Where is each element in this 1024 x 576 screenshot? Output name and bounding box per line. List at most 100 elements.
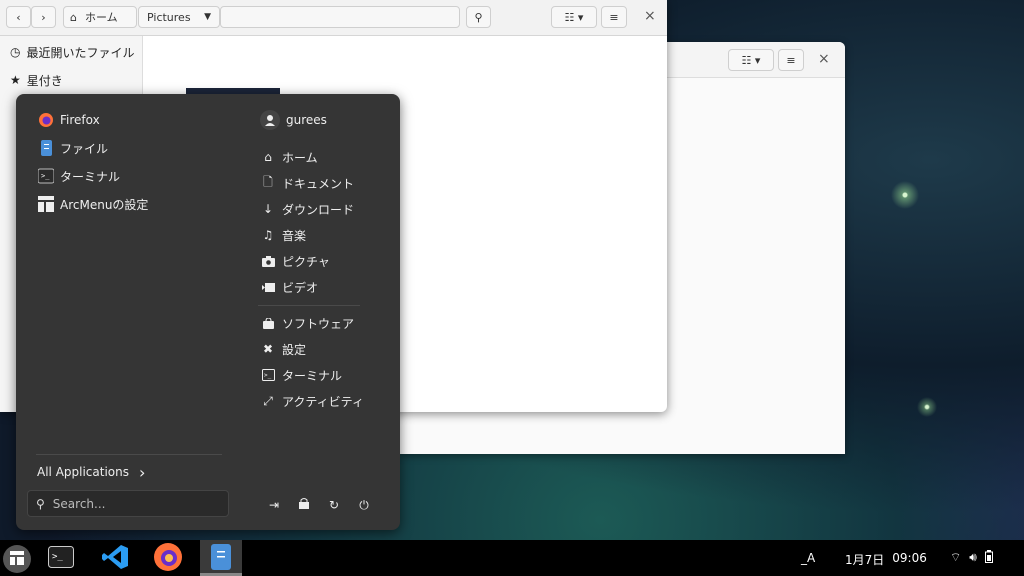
list-view-icon: ☷ ▾ (564, 10, 584, 24)
app-label: ターミナル (60, 169, 121, 184)
wifi-icon: ⌔ (950, 550, 962, 564)
search-placeholder: Search... (52, 496, 106, 511)
system-settings[interactable]: ✖ 設定 (260, 339, 306, 359)
chevron-down-icon: ▼ (204, 12, 211, 22)
svg-text:>_: >_ (41, 172, 50, 180)
app-firefox[interactable]: Firefox (38, 109, 100, 131)
arc-menu: Firefox ファイル >_ ターミナル ArcMenuの設定 gurees … (16, 94, 400, 530)
path-home-button[interactable]: ⌂ ホーム (63, 6, 137, 28)
files-icon (211, 543, 231, 573)
system-terminal[interactable]: >_ ターミナル (260, 365, 342, 385)
search-input[interactable]: ⚲ Search... (27, 490, 229, 517)
app-terminal[interactable]: >_ ターミナル (38, 165, 120, 187)
chevron-right-icon: › (139, 462, 146, 482)
vscode-icon (101, 543, 129, 574)
path-bar-empty[interactable] (220, 6, 460, 28)
place-home[interactable]: ⌂ ホーム (260, 147, 317, 167)
lock-icon (299, 498, 309, 512)
menu-button[interactable]: ≡ (601, 6, 627, 28)
place-downloads[interactable]: ↓ ダウンロード (260, 199, 354, 219)
separator (36, 454, 222, 455)
firefox-icon (38, 112, 54, 128)
battery-icon (984, 550, 993, 566)
all-applications-button[interactable]: All Applications › (37, 462, 145, 482)
power-icon: ⏻ (359, 497, 369, 512)
terminal-icon: >_ (48, 545, 74, 571)
search-icon: ⚲ (474, 10, 483, 24)
user-name: gurees (286, 113, 327, 127)
headerbar: ‹ › ⌂ ホーム Pictures ▼ ⚲ ☷ ▾ ≡ × (0, 0, 667, 36)
taskbar-files[interactable] (200, 540, 242, 576)
system-label: 設定 (282, 342, 307, 357)
hamburger-icon: ≡ (609, 10, 619, 24)
document-icon: 🗋 (263, 174, 273, 189)
software-bag-icon (260, 315, 276, 331)
place-label: ピクチャ (282, 254, 330, 269)
app-arcmenu-settings[interactable]: ArcMenuの設定 (38, 193, 148, 215)
lock-button[interactable] (295, 496, 313, 514)
separator (258, 305, 360, 306)
taskbar: >_ _A 1月7日 09:06 ⌔ 🔊︎ (0, 540, 1024, 576)
system-label: ターミナル (282, 368, 343, 383)
home-icon: ⌂ (264, 150, 272, 164)
close-icon[interactable]: × (818, 51, 830, 67)
sidebar-item-recent[interactable]: ◷ 最近開いたファイル (10, 43, 135, 61)
video-icon (260, 279, 276, 295)
clock-time: 09:06 (892, 551, 927, 565)
app-label: ArcMenuの設定 (60, 197, 149, 212)
app-label: Firefox (60, 113, 100, 127)
system-activities[interactable]: ⤢ アクティビティ (260, 391, 364, 411)
list-view-icon: ☷ ▾ (741, 53, 761, 67)
svg-text:>_: >_ (264, 372, 272, 379)
menu-button[interactable]: ≡ (778, 49, 804, 71)
restart-icon: ↻ (328, 498, 340, 512)
place-label: ドキュメント (282, 176, 355, 191)
path-home-label: ホーム (84, 11, 118, 24)
all-applications-label: All Applications (37, 465, 129, 479)
sidebar-item-label: 星付き (26, 73, 63, 88)
place-documents[interactable]: 🗋 ドキュメント (260, 173, 354, 193)
restart-button[interactable]: ↻ (325, 496, 343, 514)
star-icon: ★ (10, 73, 21, 87)
forward-button[interactable]: › (31, 6, 56, 28)
place-videos[interactable]: ビデオ (260, 277, 318, 297)
arcmenu-settings-icon (38, 196, 54, 212)
firefox-icon (153, 542, 183, 575)
taskbar-vscode[interactable] (94, 540, 136, 576)
search-icon: ⚲ (36, 496, 45, 511)
input-method-indicator[interactable]: _A (801, 551, 815, 565)
home-icon: ⌂ (70, 10, 77, 24)
taskbar-firefox[interactable] (147, 540, 189, 576)
hamburger-icon: ≡ (786, 53, 796, 67)
camera-icon (260, 253, 276, 269)
app-files[interactable]: ファイル (38, 137, 108, 159)
close-icon[interactable]: × (644, 8, 656, 24)
music-icon: ♫ (262, 228, 274, 242)
clock[interactable]: 1月7日 09:06 (845, 551, 927, 568)
chevron-right-icon: › (41, 10, 46, 24)
clock-icon: ◷ (10, 45, 21, 59)
app-label: ファイル (60, 141, 109, 156)
view-toggle-button[interactable]: ☷ ▾ (728, 49, 774, 71)
arcmenu-icon (10, 550, 24, 568)
logout-button[interactable]: ⇥ (265, 496, 283, 514)
arcmenu-button[interactable] (3, 545, 31, 573)
system-software[interactable]: ソフトウェア (260, 313, 354, 333)
user-button[interactable]: gurees (260, 110, 327, 130)
logout-icon: ⇥ (268, 498, 280, 512)
system-label: アクティビティ (282, 394, 364, 409)
terminal-icon: >_ (38, 168, 54, 184)
path-current-button[interactable]: Pictures ▼ (138, 6, 220, 28)
back-button[interactable]: ‹ (6, 6, 31, 28)
search-button[interactable]: ⚲ (466, 6, 491, 28)
files-icon (38, 140, 54, 156)
place-music[interactable]: ♫ 音楽 (260, 225, 306, 245)
taskbar-terminal[interactable]: >_ (40, 540, 82, 576)
view-toggle-button[interactable]: ☷ ▾ (551, 6, 597, 28)
place-pictures[interactable]: ピクチャ (260, 251, 330, 271)
svg-text:>_: >_ (52, 552, 63, 562)
system-tray[interactable]: ⌔ 🔊︎ (950, 550, 993, 566)
activities-icon: ⤢ (263, 393, 273, 408)
sidebar-item-starred[interactable]: ★ 星付き (10, 71, 63, 89)
power-button[interactable]: ⏻ (355, 496, 373, 514)
